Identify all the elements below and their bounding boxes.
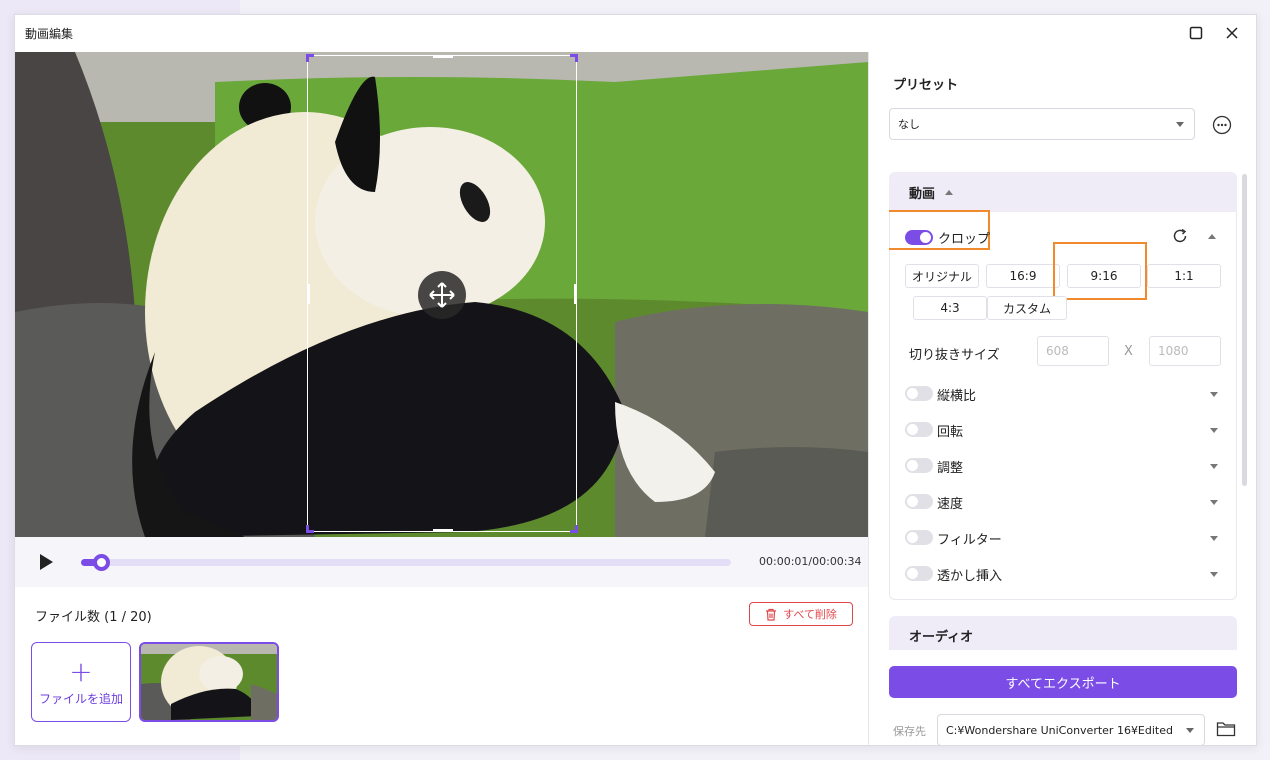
ratio-1-1-button[interactable]: 1:1: [1147, 264, 1221, 288]
save-to-label: 保存先: [893, 725, 926, 738]
save-path-dropdown[interactable]: C:¥Wondershare UniConverter 16¥Edited: [937, 714, 1205, 745]
crop-size-label: 切り抜きサイズ: [909, 348, 1000, 363]
crop-height-input[interactable]: 1080: [1149, 336, 1221, 366]
chevron-down-icon: [1176, 122, 1184, 127]
crop-toggle[interactable]: [905, 230, 933, 245]
crop-frame[interactable]: [306, 54, 578, 533]
crop-corner-handle[interactable]: [570, 525, 578, 533]
video-section-header[interactable]: 動画: [889, 172, 1237, 212]
crop-corner-handle[interactable]: [570, 54, 578, 62]
crop-edge-handle-bottom[interactable]: [433, 529, 453, 532]
add-file-button[interactable]: + ファイルを追加: [31, 642, 131, 722]
add-file-label: ファイルを追加: [38, 691, 123, 706]
crop-collapse-icon[interactable]: [1208, 234, 1216, 239]
crop-label: クロップ: [938, 232, 991, 247]
speed-label: 速度: [937, 497, 964, 512]
preset-title: プリセット: [893, 78, 959, 93]
window-title: 動画編集: [25, 26, 74, 41]
aspect-ratio-expand-icon[interactable]: [1210, 392, 1218, 397]
audio-section-title: オーディオ: [909, 630, 974, 645]
plus-icon: +: [69, 654, 93, 688]
crop-edge-handle-left[interactable]: [307, 284, 310, 304]
adjust-toggle[interactable]: [905, 458, 933, 473]
crop-corner-handle[interactable]: [306, 525, 314, 533]
speed-toggle[interactable]: [905, 494, 933, 509]
file-count: ファイル数 (1 / 20): [35, 610, 152, 625]
crop-width-input[interactable]: 608: [1037, 336, 1109, 366]
crop-corner-handle[interactable]: [306, 54, 314, 62]
title-bar: 動画編集: [15, 15, 1256, 51]
rotate-toggle[interactable]: [905, 422, 933, 437]
timecode: 00:00:01/00:00:34: [759, 555, 862, 568]
filter-label: フィルター: [937, 533, 1002, 548]
adjust-expand-icon[interactable]: [1210, 464, 1218, 469]
watermark-expand-icon[interactable]: [1210, 572, 1218, 577]
video-editor-window: 動画編集 00:00:01/00:00:34 ファイル数 (1 / 20) すべ…: [14, 14, 1257, 746]
maximize-icon[interactable]: [1186, 23, 1206, 43]
crop-edge-handle-top[interactable]: [433, 55, 453, 58]
adjust-label: 調整: [937, 461, 964, 476]
reset-icon[interactable]: [1172, 228, 1188, 248]
progress-slider[interactable]: [81, 554, 731, 571]
chevron-down-icon: [1186, 728, 1194, 733]
playback-bar: 00:00:01/00:00:34: [15, 537, 868, 587]
ratio-custom-button[interactable]: カスタム: [987, 296, 1067, 320]
move-icon[interactable]: [418, 271, 466, 319]
settings-panel: プリセット なし 動画 クロップ オリジナル 16:9 9:16 1:1 4:3…: [869, 52, 1256, 745]
rotate-expand-icon[interactable]: [1210, 428, 1218, 433]
settings-scroll-area[interactable]: 動画 クロップ オリジナル 16:9 9:16 1:1 4:3 カスタム 切り抜…: [889, 172, 1237, 650]
ratio-highlight-box: [1053, 242, 1147, 300]
speed-expand-icon[interactable]: [1210, 500, 1218, 505]
ratio-4-3-button[interactable]: 4:3: [913, 296, 987, 320]
video-section-title: 動画: [909, 186, 936, 202]
watermark-label: 透かし挿入: [937, 569, 1003, 584]
watermark-toggle[interactable]: [905, 566, 933, 581]
rotate-label: 回転: [937, 425, 964, 440]
settings-scrollbar[interactable]: [1242, 174, 1247, 486]
preset-dropdown[interactable]: なし: [889, 108, 1195, 140]
more-options-icon[interactable]: [1212, 115, 1232, 135]
video-preview: [15, 52, 868, 537]
crop-edge-handle-right[interactable]: [574, 284, 577, 304]
save-path-value: C:¥Wondershare UniConverter 16¥Edited: [946, 723, 1173, 737]
collapse-icon: [945, 189, 954, 195]
audio-section-header[interactable]: オーディオ: [889, 616, 1237, 650]
trash-icon: [766, 608, 777, 621]
filter-toggle[interactable]: [905, 530, 933, 545]
aspect-ratio-label: 縦横比: [937, 389, 977, 404]
folder-icon[interactable]: [1216, 721, 1236, 739]
video-section-body: クロップ オリジナル 16:9 9:16 1:1 4:3 カスタム 切り抜きサイ…: [889, 210, 1237, 600]
delete-all-button[interactable]: すべて削除: [749, 602, 853, 626]
export-all-button[interactable]: すべてエクスポート: [889, 666, 1237, 698]
progress-knob[interactable]: [92, 554, 110, 571]
play-icon[interactable]: [37, 553, 55, 571]
delete-all-label: すべて削除: [783, 608, 837, 621]
panda-thumbnail-image: [141, 644, 277, 720]
filter-expand-icon[interactable]: [1210, 536, 1218, 541]
close-icon[interactable]: [1222, 23, 1242, 43]
ratio-original-button[interactable]: オリジナル: [905, 264, 979, 288]
ratio-16-9-button[interactable]: 16:9: [986, 264, 1060, 288]
aspect-ratio-toggle[interactable]: [905, 386, 933, 401]
crop-size-separator: X: [1124, 344, 1133, 359]
preset-value: なし: [898, 118, 920, 131]
video-thumbnail[interactable]: [139, 642, 279, 722]
